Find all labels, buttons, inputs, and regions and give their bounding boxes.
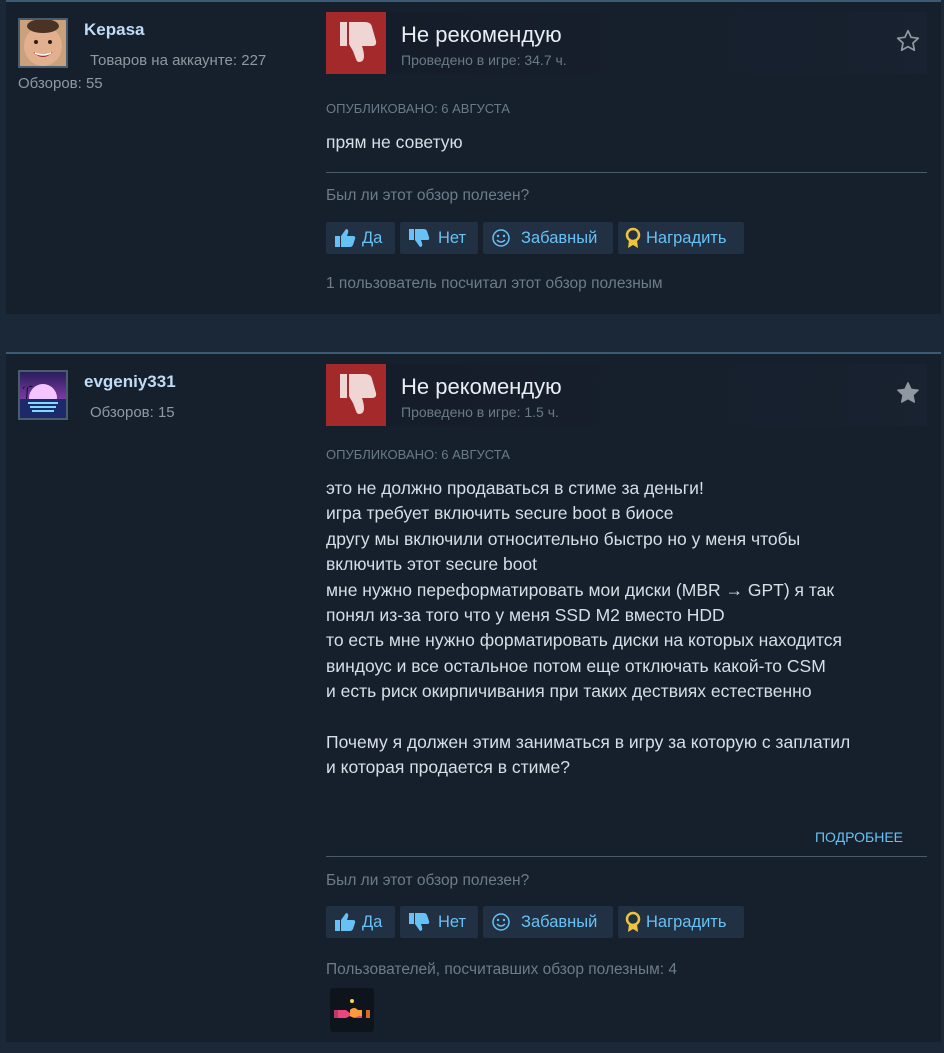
review-card: Kepasa Товаров на аккаунте: 227 Обзоров:… (6, 0, 941, 314)
thumbs-down-icon (326, 364, 386, 426)
vote-no-label: Нет (438, 229, 467, 247)
review-card: evgeniy331 Обзоров: 15 Не рекомендую Про… (6, 352, 941, 1042)
helpful-question: Был ли этот обзор полезен? (326, 872, 530, 889)
review-line: и которая продается в стиме? (326, 757, 570, 778)
hours-played: Проведено в игре: 34.7 ч. (401, 52, 567, 68)
star-outline-icon[interactable] (895, 28, 921, 54)
review-line: мне нужно переформатировать мои диски (M… (326, 579, 835, 600)
helpful-count: 1 пользователь посчитал этот обзор полез… (326, 275, 663, 292)
thumbs-down-icon (409, 229, 430, 247)
products-count[interactable]: Товаров на аккаунте: 227 (90, 52, 266, 69)
smiley-icon (492, 913, 510, 931)
review-line: понял из-за того что у меня SSD M2 вмест… (326, 605, 725, 626)
thumbs-up-icon (335, 913, 356, 931)
posted-date: Опубликовано: 6 августа (326, 447, 510, 462)
verdict-title: Не рекомендую (401, 22, 562, 47)
award-icon (625, 227, 641, 248)
read-more-link[interactable]: Подробнее (815, 829, 903, 845)
review-line: и есть риск окирпичивания при таких дест… (326, 681, 812, 702)
posted-date: Опубликовано: 6 августа (326, 101, 510, 116)
username[interactable]: Kepasa (84, 20, 144, 40)
vote-no-button[interactable]: Нет (400, 906, 478, 938)
award-label: Наградить (646, 913, 727, 931)
verdict-title: Не рекомендую (401, 374, 562, 399)
award-button[interactable]: Наградить (618, 222, 744, 254)
helpful-count: Пользователей, посчитавших обзор полезны… (326, 961, 677, 978)
vote-no-label: Нет (438, 913, 467, 931)
avatar[interactable] (18, 370, 68, 420)
verdict-header[interactable]: Не рекомендую Проведено в игре: 1.5 ч. (326, 364, 927, 426)
username[interactable]: evgeniy331 (84, 372, 176, 392)
review-line: виндоус и все остальное потом еще отключ… (326, 655, 826, 676)
award-button[interactable]: Наградить (618, 906, 744, 938)
vote-funny-label: Забавный (521, 913, 598, 931)
divider (326, 172, 927, 173)
thumbs-down-icon (409, 913, 430, 931)
reviews-count[interactable]: Обзоров: 55 (18, 75, 103, 92)
review-line: включить этот secure boot (326, 554, 538, 575)
thumbs-down-icon (326, 12, 386, 74)
reviews-count[interactable]: Обзоров: 15 (90, 404, 175, 421)
vote-yes-button[interactable]: Да (326, 222, 395, 254)
review-line: игра требует включить secure boot в биос… (326, 503, 674, 524)
vote-yes-label: Да (362, 913, 383, 931)
vote-no-button[interactable]: Нет (400, 222, 478, 254)
review-line: прям не советую (326, 132, 463, 152)
vote-funny-button[interactable]: Забавный (483, 222, 613, 254)
review-line: другу мы включили относительно быстро но… (326, 528, 801, 549)
helpful-question: Был ли этот обзор полезен? (326, 187, 530, 204)
award-label: Наградить (646, 229, 727, 247)
review-content: Не рекомендую Проведено в игре: 34.7 ч. … (326, 2, 927, 314)
review-body: прям не советую (326, 130, 927, 155)
divider (326, 856, 927, 857)
verdict-header[interactable]: Не рекомендую Проведено в игре: 34.7 ч. (326, 12, 927, 74)
award-icon (625, 911, 641, 932)
avatar[interactable] (18, 18, 68, 68)
vote-yes-button[interactable]: Да (326, 906, 395, 938)
vote-funny-button[interactable]: Забавный (483, 906, 613, 938)
hours-played: Проведено в игре: 1.5 ч. (401, 404, 559, 420)
star-filled-icon[interactable] (895, 380, 921, 406)
review-body: это не должно продаваться в стиме за ден… (326, 476, 927, 781)
review-line: Почему я должен этим заниматься в игру з… (326, 732, 851, 753)
vote-funny-label: Забавный (521, 229, 598, 247)
thumbs-up-icon (335, 229, 356, 247)
award-handshake-icon[interactable] (330, 988, 374, 1032)
review-line: это не должно продаваться в стиме за ден… (326, 478, 704, 498)
smiley-icon (492, 229, 510, 247)
vote-yes-label: Да (362, 229, 383, 247)
review-content: Не рекомендую Проведено в игре: 1.5 ч. О… (326, 354, 927, 1042)
review-line: то есть мне нужно форматировать диски на… (326, 630, 842, 651)
